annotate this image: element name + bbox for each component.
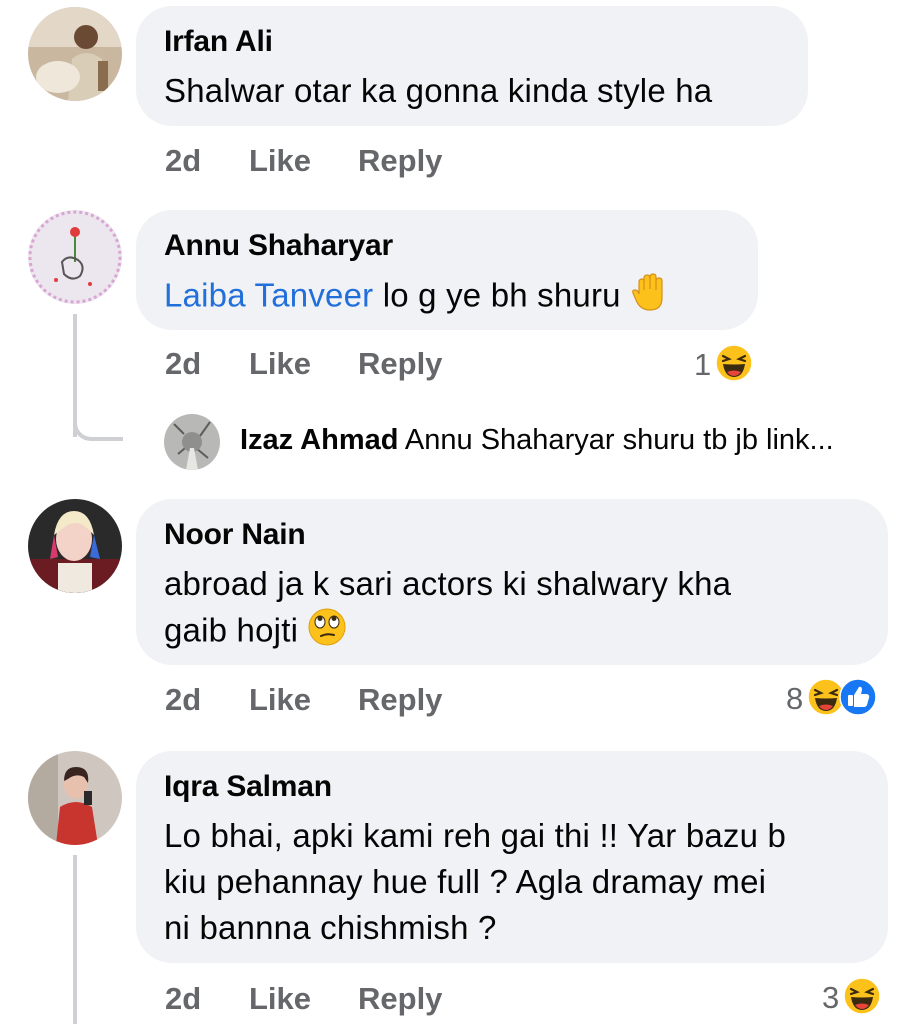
comment-author[interactable]: Irfan Ali	[164, 24, 780, 60]
reply-button[interactable]: Reply	[358, 143, 442, 179]
haha-reaction-icon	[843, 976, 881, 1020]
reaction-count: 3	[822, 980, 840, 1015]
mention-link[interactable]: Laiba Tanveer	[164, 277, 373, 314]
comment-text-line: kiu pehannay hue full ? Agla dramay mei	[164, 863, 767, 900]
comment-author[interactable]: Annu Shaharyar	[164, 228, 730, 264]
avatar-annu-shaharyar[interactable]	[28, 210, 122, 304]
avatar-iqra-salman[interactable]	[28, 751, 122, 845]
reply-button[interactable]: Reply	[358, 981, 442, 1017]
like-button[interactable]: Like	[249, 981, 311, 1017]
like-reaction-icon	[839, 677, 877, 721]
comment-bubble: Noor Nain abroad ja k sari actors ki sha…	[136, 499, 888, 665]
comment-time[interactable]: 2d	[165, 346, 201, 382]
reply-button[interactable]: Reply	[358, 682, 442, 718]
comment-text-body: lo g ye bh shuru	[382, 276, 621, 314]
reply-snippet: Annu Shaharyar shuru tb jb link...	[404, 424, 834, 456]
comment-time[interactable]: 2d	[165, 143, 201, 179]
comment-text: Laiba Tanveer lo g ye bh shuru	[164, 272, 730, 324]
reaction-summary[interactable]: 1	[694, 343, 753, 387]
reply-preview[interactable]: Izaz Ahmad Annu Shaharyar shuru tb jb li…	[240, 424, 834, 457]
reply-button[interactable]: Reply	[358, 346, 442, 382]
like-button[interactable]: Like	[249, 682, 311, 718]
avatar-noor-nain[interactable]	[28, 499, 122, 593]
reaction-summary[interactable]: 8	[786, 677, 877, 721]
reaction-count: 8	[786, 681, 804, 716]
comment-actions: 2d Like Reply	[165, 981, 565, 1021]
comment-author[interactable]: Iqra Salman	[164, 769, 860, 805]
comment-actions: 2d Like Reply	[165, 346, 565, 386]
comment-actions: 2d Like Reply	[165, 682, 565, 722]
comment-bubble: Iqra Salman Lo bhai, apki kami reh gai t…	[136, 751, 888, 963]
thread-line	[73, 855, 77, 1024]
comment-text: Shalwar otar ka gonna kinda style ha	[164, 72, 713, 109]
comment-text-line: gaib hojti	[164, 607, 860, 659]
avatar-irfan-ali[interactable]	[28, 7, 122, 101]
comment-text-body: gaib hojti	[164, 611, 299, 649]
comment-time[interactable]: 2d	[165, 981, 201, 1017]
comment-bubble: Irfan Ali Shalwar otar ka gonna kinda st…	[136, 6, 808, 126]
comment-time[interactable]: 2d	[165, 682, 201, 718]
raised-hand-icon	[630, 272, 670, 324]
like-button[interactable]: Like	[249, 143, 311, 179]
comment-text-line: ni bannna chishmish ?	[164, 909, 497, 946]
reaction-count: 1	[694, 347, 712, 382]
thread-connector	[73, 410, 123, 441]
reply-author[interactable]: Izaz Ahmad	[240, 424, 398, 456]
comment-author[interactable]: Noor Nain	[164, 517, 860, 553]
comment-bubble: Annu Shaharyar Laiba Tanveer lo g ye bh …	[136, 210, 758, 330]
comment-actions: 2d Like Reply	[165, 143, 565, 183]
like-button[interactable]: Like	[249, 346, 311, 382]
avatar-izaz-ahmad[interactable]	[164, 414, 220, 470]
comment-text-line: Lo bhai, apki kami reh gai thi !! Yar ba…	[164, 817, 787, 854]
haha-reaction-icon	[715, 343, 753, 387]
comment-text-line: abroad ja k sari actors ki shalwary kha	[164, 565, 732, 602]
reaction-summary[interactable]: 3	[822, 976, 881, 1020]
eye-roll-face-icon	[307, 607, 347, 659]
